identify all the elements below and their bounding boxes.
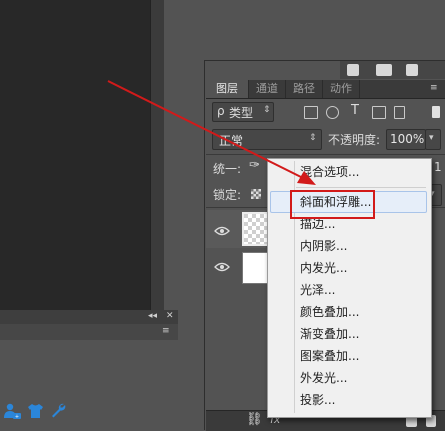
- annotation-arrow: [107, 80, 316, 185]
